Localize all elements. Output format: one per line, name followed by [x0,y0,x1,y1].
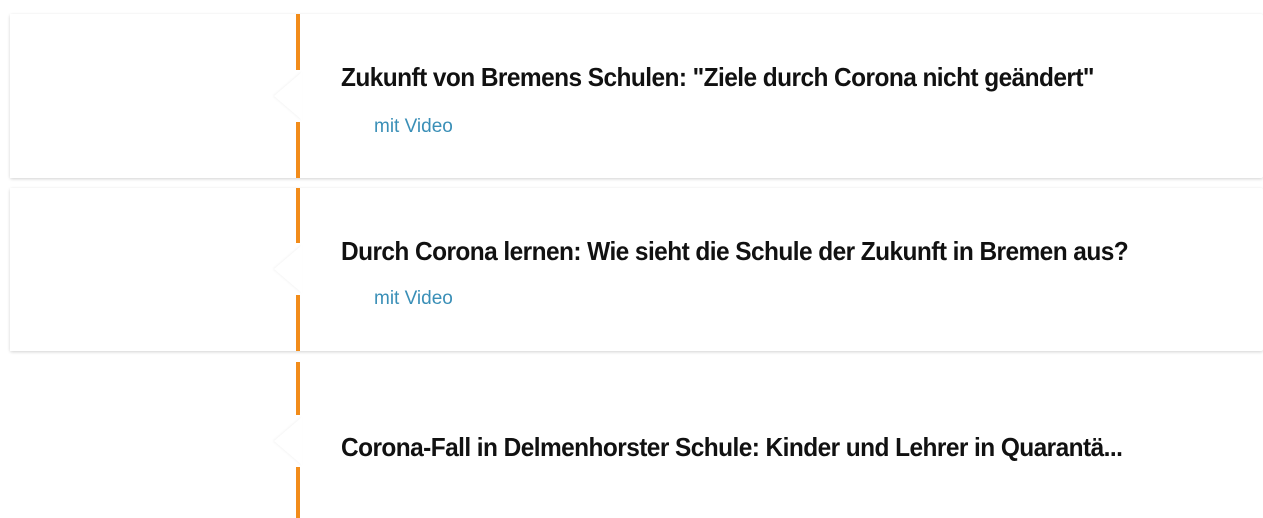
article-headline[interactable]: Zukunft von Bremens Schulen: "Ziele durc… [341,62,1095,93]
article-thumbnail[interactable] [10,362,296,518]
video-tag: mit Video [374,288,453,309]
pointer-notch [274,417,302,465]
article-teaser-2[interactable]: Durch Corona lernen: Wie sieht die Schul… [10,188,1263,351]
article-teaser-3[interactable]: Corona-Fall in Delmenhorster Schule: Kin… [10,362,1263,518]
video-tag: mit Video [374,116,453,137]
article-headline[interactable]: Corona-Fall in Delmenhorster Schule: Kin… [341,432,1123,463]
article-headline[interactable]: Durch Corona lernen: Wie sieht die Schul… [341,236,1129,267]
pointer-notch [274,72,302,120]
article-thumbnail[interactable] [10,14,296,178]
pointer-notch [274,245,302,293]
article-teaser-list: Zukunft von Bremens Schulen: "Ziele durc… [0,0,1263,518]
article-teaser-1[interactable]: Zukunft von Bremens Schulen: "Ziele durc… [10,14,1263,178]
article-thumbnail[interactable] [10,188,296,351]
